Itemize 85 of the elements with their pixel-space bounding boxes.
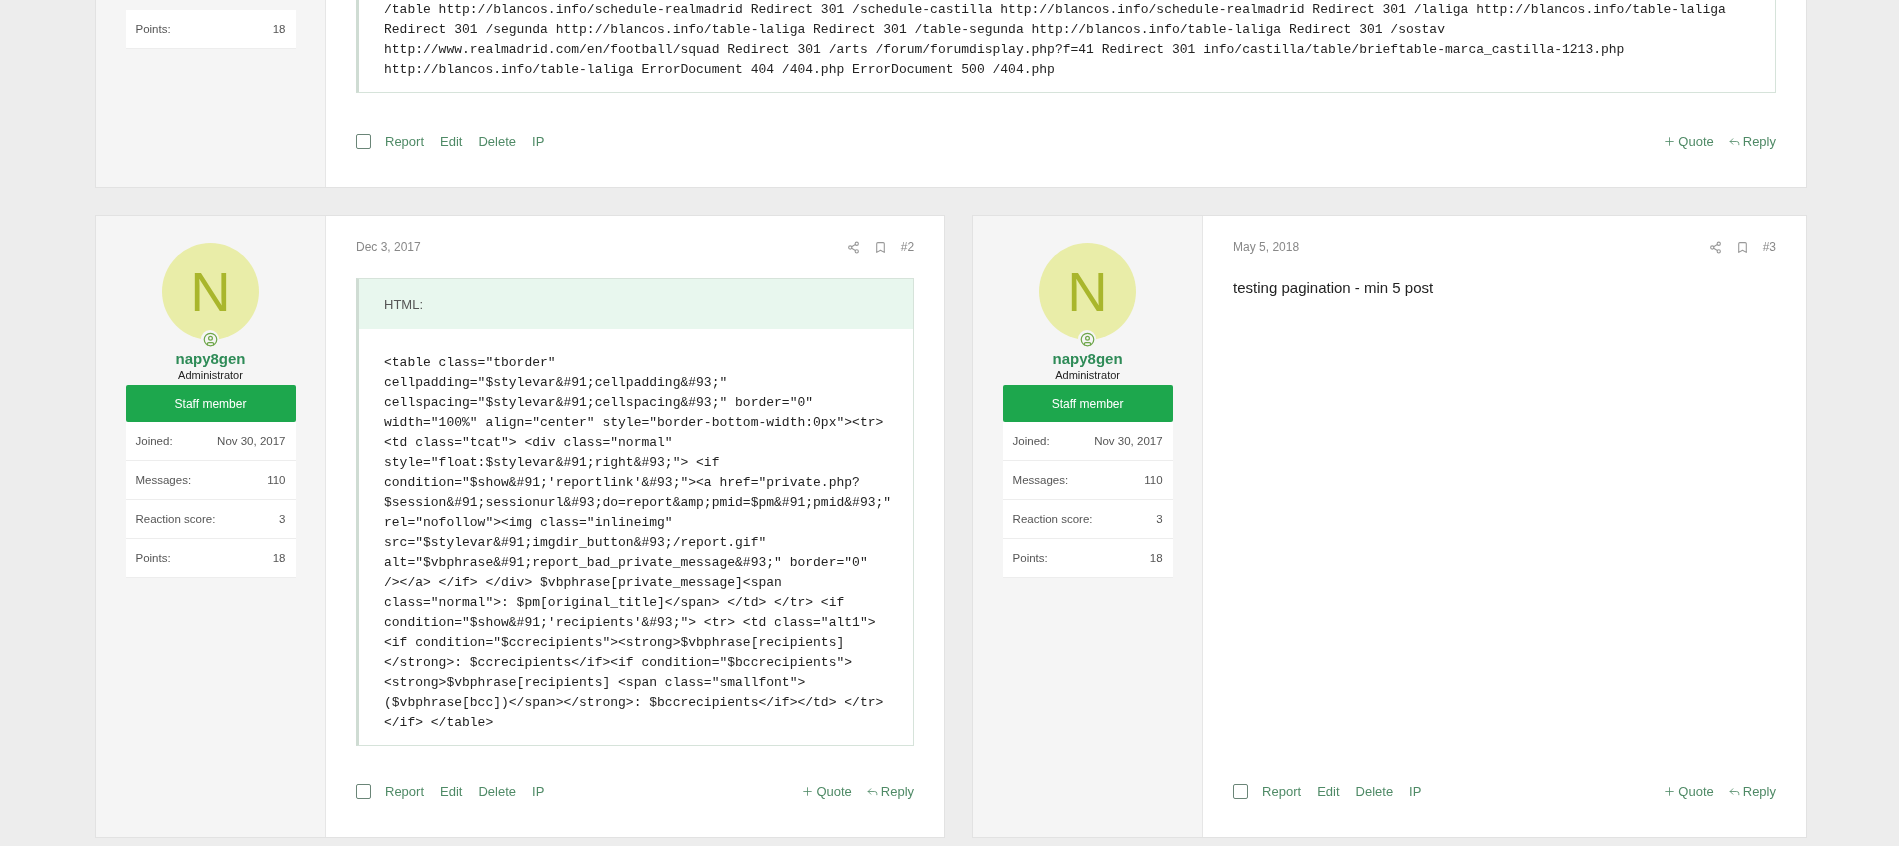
stat-label: Messages: [1012, 474, 1069, 486]
stat-value: 18 [272, 23, 286, 35]
code-line: <table class="tborder" [384, 354, 557, 372]
avatar-letter: N [190, 263, 231, 320]
staff-badge: Staff member [125, 385, 296, 422]
post-number[interactable]: #3 [1762, 240, 1776, 254]
action-link[interactable]: Report [385, 783, 425, 799]
code-line: cellpadding="$stylevar&#91;cellpadding&#93;" [384, 374, 729, 392]
code-line: <if condition="$ccrecipients"><strong>$vbphrase[recipients] [384, 634, 846, 652]
stat-value: 18 [1149, 552, 1163, 564]
plus-icon [1663, 784, 1677, 798]
action-link[interactable]: IP [532, 133, 545, 149]
code-line: http://www.realmadrid.com/en/football/squad Redirect 301 /arts /forum/forumdisplay.php?f=41 Redirect 301 info/castilla/table/brieftable-marca_castilla-1213.php [384, 41, 1626, 59]
post-date[interactable]: May 5, 2018 [1233, 240, 1695, 254]
plus-icon [1663, 134, 1677, 148]
code-line: /></a> </if> </div> $vbphrase[private_message]<span [384, 574, 783, 592]
code-block-title: HTML: [359, 279, 914, 329]
code-line: ($vbphrase[bcc])</span></strong>: $bccrecipients</if></td> </tr> [384, 694, 885, 712]
quote-link[interactable]: Quote [801, 783, 852, 799]
username[interactable]: napy8gen [1052, 350, 1123, 367]
staff-badge: Staff member [1002, 385, 1173, 422]
user-role: Administrator [1055, 369, 1120, 381]
action-link[interactable]: Edit [440, 783, 463, 799]
stat-value: Nov 30, 2017 [1094, 435, 1163, 447]
select-checkbox[interactable] [1233, 783, 1249, 799]
code-line: rel="nofollow"><img class="inlineimg" [384, 514, 674, 532]
stat-label: Points: [135, 23, 171, 35]
code-line: <td class="tcat"> <div class="normal" [384, 434, 674, 452]
stat-value: 3 [1156, 513, 1163, 525]
code-line: cellspacing="$stylevar&#91;cellspacing&#93;" border="0" [384, 394, 815, 412]
stat-value: 110 [267, 474, 286, 486]
code-line: alt="$vbphrase&#91;report_bad_private_message&#93;" border="0" [384, 554, 869, 572]
select-checkbox[interactable] [356, 783, 371, 799]
post-number[interactable]: #2 [900, 240, 915, 254]
action-link[interactable]: Delete [478, 133, 516, 149]
plus-icon [801, 784, 815, 798]
user-role: Administrator [178, 369, 243, 381]
stat-value: 18 [272, 552, 286, 564]
action-link[interactable]: IP [1409, 783, 1422, 799]
username[interactable]: napy8gen [175, 350, 246, 367]
stat-label: Reaction score: [1012, 513, 1093, 525]
code-line: src="$stylevar&#91;imgdir_button&#93;/report.gif" [384, 534, 768, 552]
post-text: testing pagination - min 5 post [1233, 279, 1435, 296]
stat-label: Points: [1012, 552, 1048, 564]
stat-label: Reaction score: [135, 513, 216, 525]
select-checkbox[interactable] [356, 133, 371, 149]
reply-link[interactable]: Reply [1727, 783, 1776, 799]
action-link[interactable]: Edit [1317, 783, 1340, 799]
share-icon[interactable] [846, 240, 860, 254]
code-line: style="float:$stylevar&#91;right&#93;"> <if [384, 454, 721, 472]
code-line: http://blancos.info/table-laliga ErrorDocument 404 /404.php ErrorDocument 500 /404.php [384, 61, 1056, 79]
post-date[interactable]: Dec 3, 2017 [356, 240, 833, 254]
quote-link[interactable]: Quote [1663, 783, 1714, 799]
code-line: </strong>: $ccrecipients</if><if condition="$bccrecipients"> [384, 654, 854, 672]
user-icon [1078, 330, 1097, 348]
action-link[interactable]: Delete [478, 783, 516, 799]
stat-label: Points: [135, 552, 171, 564]
code-line: <strong>$vbphrase[recipients] <span class="smallfont"> [384, 674, 807, 692]
action-link[interactable]: Report [1262, 783, 1302, 799]
action-link[interactable]: Edit [440, 133, 463, 149]
share-icon[interactable] [1708, 240, 1722, 254]
user-icon [201, 330, 219, 348]
code-line: condition="$show&#91;'recipients'&#93;"> <tr> <td class="alt1"> [384, 614, 877, 632]
code-line: width="100%" align="center" style="border-bottom-width:0px"><tr> [384, 414, 885, 432]
code-line: Redirect 301 /segunda http://blancos.info/table-laliga Redirect 301 /table-segunda http://blancos.info/table-laliga Redirect 301 /sostav [384, 21, 1446, 39]
reply-link[interactable]: Reply [1727, 133, 1776, 149]
stat-label: Joined: [1012, 435, 1050, 447]
stat-label: Messages: [135, 474, 192, 486]
bookmark-icon[interactable] [1735, 240, 1749, 254]
code-line: condition="$show&#91;'reportlink'&#93;"><a href="private.php? [384, 474, 861, 492]
quote-link[interactable]: Quote [1663, 133, 1714, 149]
bookmark-icon[interactable] [873, 240, 887, 254]
stat-value: Nov 30, 2017 [217, 435, 286, 447]
code-line: class="normal">: $pm[original_title]</span> </td> </tr> <if [384, 594, 846, 612]
action-link[interactable]: Report [385, 133, 425, 149]
stat-label: Joined: [135, 435, 173, 447]
reply-link[interactable]: Reply [865, 783, 915, 799]
code-line: $session&#91;sessionurl&#93;do=report&amp;pmid=$pm&#91;pmid&#93;" [384, 494, 892, 512]
avatar-letter: N [1067, 263, 1108, 320]
stat-value: 110 [1144, 474, 1163, 486]
code-line: /table http://blancos.info/schedule-realmadrid Redirect 301 /schedule-castilla http://blancos.info/schedule-realmadrid Redirect 301 /laliga http://blancos.info/table-laliga [384, 1, 1727, 19]
action-link[interactable]: IP [532, 783, 545, 799]
stat-value: 3 [279, 513, 286, 525]
action-link[interactable]: Delete [1355, 783, 1394, 799]
code-line: </if> </table> [384, 714, 495, 732]
